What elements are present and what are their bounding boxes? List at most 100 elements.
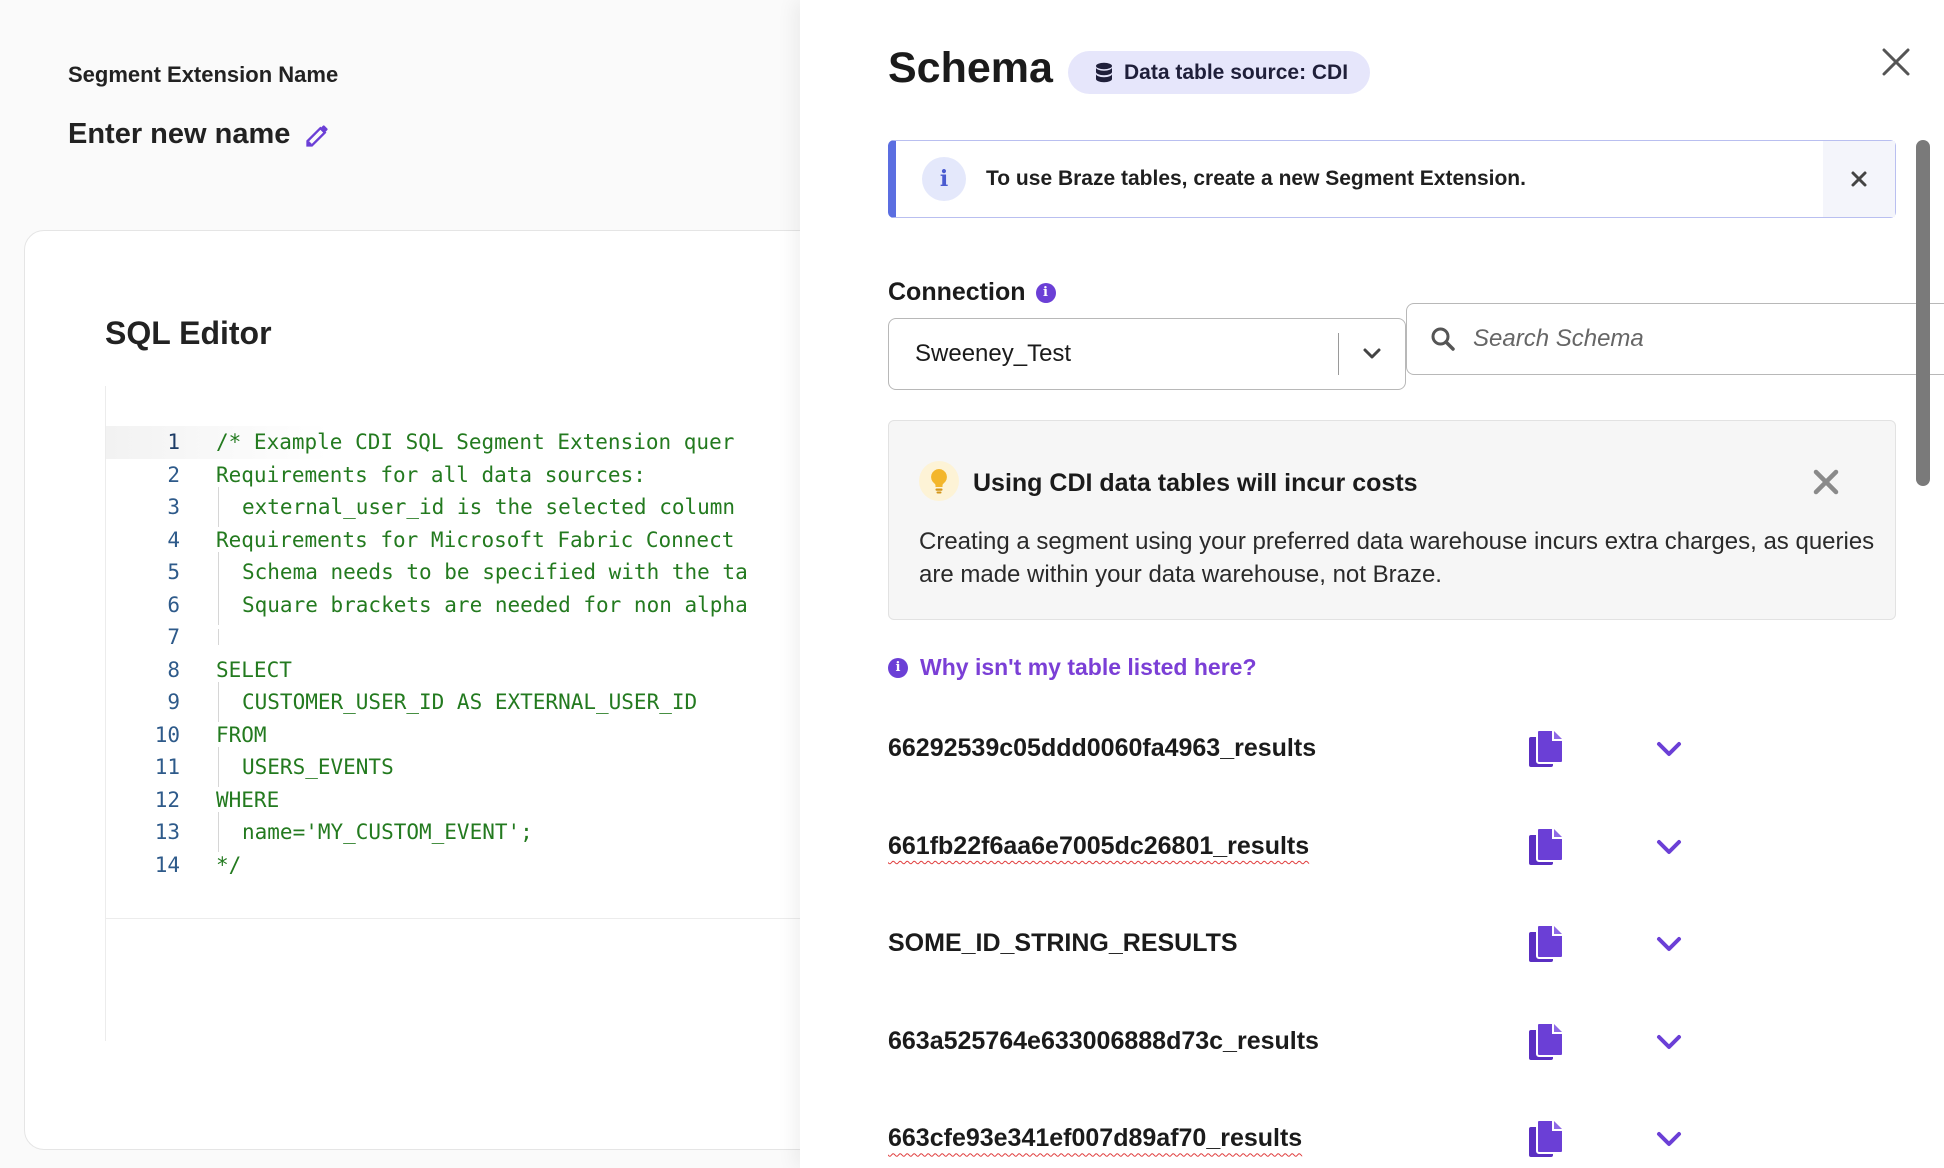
- line-number: 4: [167, 527, 180, 552]
- info-banner-text: To use Braze tables, create a new Segmen…: [986, 167, 1526, 190]
- cost-warning-body: Creating a segment using your preferred …: [919, 528, 1875, 588]
- data-source-badge: Data table source: CDI: [1068, 51, 1371, 94]
- sql-editor-card: SQL Editor 1 /* Example CDI SQL Segment E…: [24, 230, 800, 1150]
- table-name: 66292539c05ddd0060fa4963_results: [888, 734, 1317, 763]
- line-number: 8: [167, 657, 180, 682]
- help-info-icon: i: [888, 657, 908, 678]
- code-text[interactable]: */: [216, 853, 241, 877]
- info-icon: i: [922, 157, 966, 201]
- code-line[interactable]: 1 /* Example CDI SQL Segment Extension qu…: [106, 426, 800, 459]
- code-text[interactable]: Schema needs to be specified with the ta: [216, 552, 748, 593]
- line-number: 1: [167, 430, 180, 455]
- table-row[interactable]: 663cfe93e341ef007d89af70_results: [888, 1090, 1896, 1168]
- database-icon: [1096, 62, 1112, 82]
- code-text[interactable]: USERS_EVENTS: [216, 747, 394, 788]
- connection-label-text: Connection: [888, 278, 1026, 306]
- line-number: 3: [167, 495, 180, 520]
- code-text[interactable]: WHERE: [216, 788, 279, 812]
- search-schema-box[interactable]: [1406, 303, 1944, 375]
- code-line[interactable]: 6 Square brackets are needed for non alph…: [106, 584, 800, 625]
- search-icon: [1431, 327, 1455, 351]
- code-line[interactable]: 11 USERS_EVENTS: [106, 747, 800, 788]
- pencil-icon[interactable]: [304, 121, 332, 149]
- segment-name-field[interactable]: Enter new name: [68, 118, 332, 151]
- sql-editor-title: SQL Editor: [105, 315, 272, 351]
- panel-title: Schema: [888, 44, 1053, 92]
- code-text[interactable]: Requirements for Microsoft Fabric Connec…: [216, 528, 734, 552]
- close-icon[interactable]: [1850, 170, 1868, 188]
- line-number: 14: [154, 852, 180, 877]
- code-text[interactable]: external_user_id is the selected column: [216, 487, 735, 528]
- editor-footer: [106, 918, 800, 1041]
- code-line[interactable]: 14 */: [106, 849, 800, 882]
- data-source-text: Data table source: CDI: [1124, 60, 1349, 84]
- code-text[interactable]: /* Example CDI SQL Segment Extension que…: [216, 430, 734, 454]
- code-text[interactable]: Requirements for all data sources:: [216, 463, 646, 487]
- table-name: 663cfe93e341ef007d89af70_results: [888, 1124, 1303, 1153]
- line-number: 2: [167, 462, 180, 487]
- code-text[interactable]: FROM: [216, 723, 267, 747]
- code-line[interactable]: 2 Requirements for all data sources:: [106, 459, 800, 492]
- line-number: 9: [167, 690, 180, 715]
- line-number: 7: [167, 625, 180, 650]
- table-name: SOME_ID_STRING_RESULTS: [888, 929, 1238, 958]
- line-number: 10: [154, 722, 180, 747]
- schema-panel: Schema Data table source: CDI i To use B…: [800, 0, 1944, 1168]
- cdi-cost-warning: Using CDI data tables will incur costs C…: [888, 420, 1896, 620]
- connection-info-icon[interactable]: i: [1035, 282, 1056, 303]
- copy-icon[interactable]: [1526, 1021, 1566, 1063]
- copy-icon[interactable]: [1526, 728, 1566, 770]
- cost-warning-title: Using CDI data tables will incur costs: [973, 469, 1418, 497]
- code-text[interactable]: SELECT: [216, 658, 292, 682]
- why-link-text[interactable]: Why isn't my table listed here?: [920, 654, 1257, 681]
- line-number: 13: [154, 820, 180, 845]
- chevron-down-icon[interactable]: [1654, 931, 1684, 957]
- code-lines[interactable]: 1 /* Example CDI SQL Segment Extension qu…: [106, 426, 800, 881]
- code-line[interactable]: 8 SELECT: [106, 654, 800, 687]
- connection-dropdown-toggle[interactable]: [1339, 347, 1405, 361]
- chevron-down-icon[interactable]: [1654, 834, 1684, 860]
- table-row[interactable]: 66292539c05ddd0060fa4963_results: [888, 700, 1896, 798]
- chevron-down-icon[interactable]: [1654, 1029, 1684, 1055]
- chevron-down-icon[interactable]: [1654, 1126, 1684, 1152]
- segment-extension-page: Segment Extension Name Enter new name SQ…: [0, 0, 800, 1168]
- table-row[interactable]: SOME_ID_STRING_RESULTS: [888, 895, 1896, 993]
- table-name: 661fb22f6aa6e7005dc26801_results: [888, 831, 1310, 860]
- code-text[interactable]: Square brackets are needed for non alpha: [216, 584, 748, 625]
- segment-name-label: Segment Extension Name: [68, 62, 339, 87]
- code-line[interactable]: 13 name='MY_CUSTOM_EVENT';: [106, 812, 800, 853]
- chevron-down-icon[interactable]: [1654, 736, 1684, 762]
- connection-label: Connection i: [888, 278, 1056, 307]
- sql-code-editor[interactable]: 1 /* Example CDI SQL Segment Extension qu…: [105, 386, 800, 1041]
- chevron-down-icon[interactable]: [1362, 347, 1382, 361]
- table-row[interactable]: 663a525764e633006888d73c_results: [888, 993, 1896, 1091]
- connection-select[interactable]: Sweeney_Test: [888, 318, 1406, 390]
- code-line[interactable]: 10 FROM: [106, 719, 800, 752]
- table-row[interactable]: 661fb22f6aa6e7005dc26801_results: [888, 798, 1896, 896]
- code-line[interactable]: 5 Schema needs to be specified with the t…: [106, 552, 800, 593]
- copy-icon[interactable]: [1526, 923, 1566, 965]
- code-line[interactable]: 9 CUSTOMER_USER_ID AS EXTERNAL_USER_ID: [106, 682, 800, 723]
- line-number: 5: [167, 560, 180, 585]
- code-line[interactable]: 7: [106, 621, 800, 654]
- code-line[interactable]: 4 Requirements for Microsoft Fabric Conne…: [106, 524, 800, 557]
- lightbulb-icon: [919, 461, 959, 501]
- code-line[interactable]: 3 external_user_id is the selected column: [106, 487, 800, 528]
- copy-icon[interactable]: [1526, 826, 1566, 868]
- schema-table-list: 66292539c05ddd0060fa4963_results 661fb22f…: [888, 700, 1896, 1168]
- search-schema-input[interactable]: [1473, 325, 1893, 353]
- code-line[interactable]: 12 WHERE: [106, 784, 800, 817]
- dismiss-cost-warning-icon[interactable]: [1809, 465, 1843, 499]
- code-text[interactable]: name='MY_CUSTOM_EVENT';: [216, 812, 533, 853]
- segment-name-text[interactable]: Enter new name: [68, 118, 290, 151]
- why-table-not-listed-link[interactable]: i Why isn't my table listed here?: [888, 654, 1257, 681]
- dismiss-banner-button[interactable]: [1823, 141, 1895, 217]
- copy-icon[interactable]: [1526, 1118, 1566, 1160]
- connection-selected-value[interactable]: Sweeney_Test: [915, 340, 1338, 368]
- panel-scrollbar[interactable]: [1916, 140, 1930, 486]
- code-text[interactable]: CUSTOMER_USER_ID AS EXTERNAL_USER_ID: [216, 682, 697, 723]
- close-panel-icon[interactable]: [1878, 44, 1914, 80]
- line-number: 11: [154, 755, 180, 780]
- table-name: 663a525764e633006888d73c_results: [888, 1026, 1319, 1055]
- line-number: 6: [167, 592, 180, 617]
